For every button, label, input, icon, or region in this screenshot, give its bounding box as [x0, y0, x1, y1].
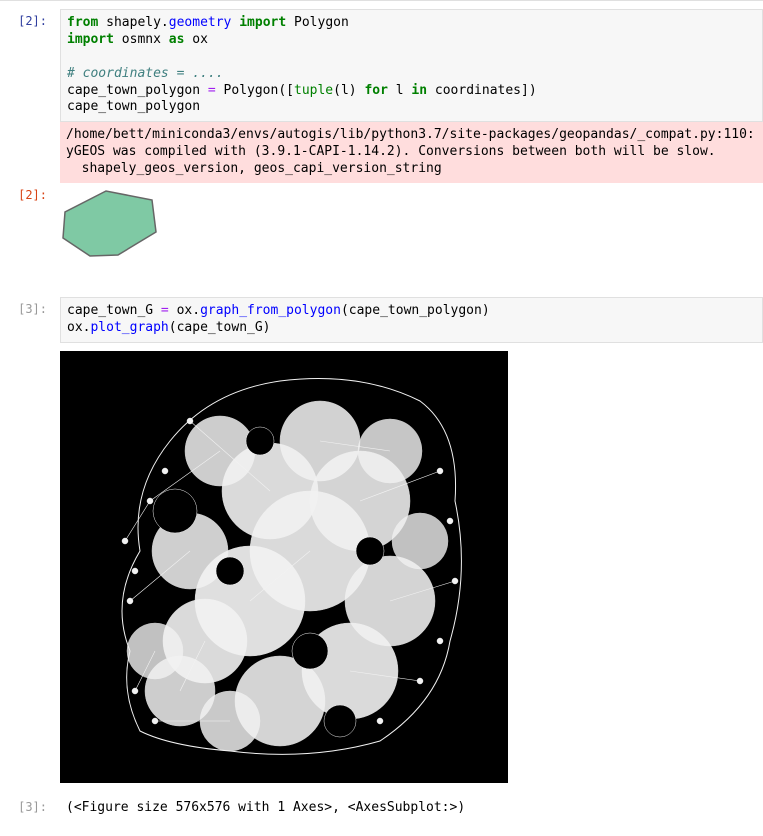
warning-content: /home/bett/miniconda3/envs/autogis/lib/p…	[55, 122, 763, 183]
polygon-icon	[60, 188, 160, 258]
cell-divider	[0, 0, 763, 1]
warning-text: /home/bett/miniconda3/envs/autogis/lib/p…	[60, 122, 763, 183]
input-content-3: cape_town_G = ox.graph_from_polygon(cape…	[55, 297, 763, 343]
network-graph-icon	[60, 351, 508, 783]
in-prompt-3: [3]:	[0, 297, 55, 343]
code-block-2[interactable]: from shapely.geometry import Polygon imp…	[60, 9, 763, 122]
warning-cell: /home/bett/miniconda3/envs/autogis/lib/p…	[0, 122, 763, 183]
input-cell-2: [2]: from shapely.geometry import Polygo…	[0, 9, 763, 122]
out3-text: (<Figure size 576x576 with 1 Axes>, <Axe…	[60, 795, 763, 822]
empty-prompt	[0, 122, 55, 183]
out-prompt-3: [3]:	[0, 795, 55, 822]
input-content-2: from shapely.geometry import Polygon imp…	[55, 9, 763, 122]
graph-output-cell	[0, 343, 763, 795]
output-cell-3: [3]: (<Figure size 576x576 with 1 Axes>,…	[0, 795, 763, 822]
input-cell-3: [3]: cape_town_G = ox.graph_from_polygon…	[0, 297, 763, 343]
out-prompt-2: [2]:	[0, 183, 55, 267]
graph-output-content	[55, 343, 763, 795]
spacer	[0, 267, 763, 297]
in-prompt-2: [2]:	[0, 9, 55, 122]
output-content-2	[55, 183, 763, 267]
empty-prompt-2	[0, 343, 55, 795]
code-block-3[interactable]: cape_town_G = ox.graph_from_polygon(cape…	[60, 297, 763, 343]
output-content-3: (<Figure size 576x576 with 1 Axes>, <Axe…	[55, 795, 763, 822]
output-cell-2: [2]:	[0, 183, 763, 267]
